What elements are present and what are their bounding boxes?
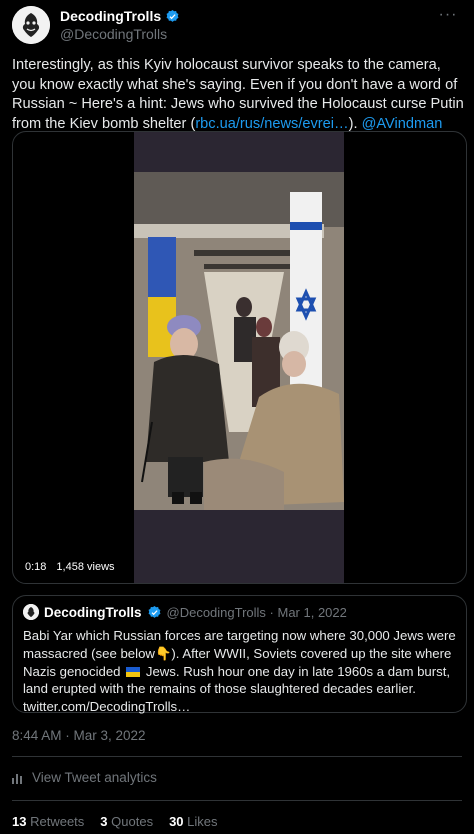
quoted-tweet[interactable]: DecodingTrolls @DecodingTrolls · Mar 1, … xyxy=(12,595,467,715)
quotes-stat[interactable]: 3 Quotes xyxy=(100,814,153,829)
avatar[interactable] xyxy=(12,6,50,44)
quoted-link[interactable]: twitter.com/DecodingTrolls… xyxy=(23,699,190,714)
quoted-handle-date: @DecodingTrolls · Mar 1, 2022 xyxy=(166,604,347,620)
quoted-tweet-text: Babi Yar which Russian forces are target… xyxy=(23,628,456,715)
video-frame[interactable] xyxy=(134,132,344,583)
tweet-text: Interestingly, as this Kyiv holocaust su… xyxy=(12,57,464,132)
quoted-avatar xyxy=(23,604,39,620)
analytics-bars-icon xyxy=(12,773,22,784)
article-link[interactable]: rbc.ua/rus/news/evrei… xyxy=(195,116,348,132)
quoted-display-name: DecodingTrolls xyxy=(44,604,142,620)
troll-logo-icon xyxy=(23,604,39,620)
point-down-emoji: 👇 xyxy=(154,645,172,661)
display-name[interactable]: DecodingTrolls xyxy=(60,8,180,24)
mention-link[interactable]: @AVindman xyxy=(362,116,443,132)
video-duration: 0:18 xyxy=(25,561,47,573)
view-analytics-link[interactable]: View Tweet analytics xyxy=(12,770,157,785)
video-meta: 0:18 1,458 views xyxy=(25,561,115,573)
divider xyxy=(12,756,462,757)
quoted-tweet-header: DecodingTrolls @DecodingTrolls · Mar 1, … xyxy=(23,604,347,620)
video-player[interactable]: 0:18 1,458 views xyxy=(12,131,467,584)
verified-badge-icon xyxy=(166,9,179,22)
retweets-stat[interactable]: 13 Retweets xyxy=(12,814,84,829)
troll-logo-icon xyxy=(12,6,50,44)
user-handle[interactable]: @DecodingTrolls xyxy=(60,26,167,42)
video-views: 1,458 views xyxy=(56,561,115,573)
more-horizontal-icon[interactable]: ··· xyxy=(436,7,460,28)
divider xyxy=(12,800,462,801)
verified-badge-icon xyxy=(148,605,160,618)
ukraine-flag-icon xyxy=(126,666,141,677)
likes-stat[interactable]: 30 Likes xyxy=(169,814,217,829)
tweet-header: DecodingTrolls @DecodingTrolls ··· xyxy=(12,6,462,46)
engagement-stats: 13 Retweets 3 Quotes 30 Likes xyxy=(12,814,218,829)
video-thumbnail xyxy=(134,132,344,583)
tweet-timestamp[interactable]: 8:44 AM · Mar 3, 2022 xyxy=(12,728,146,743)
